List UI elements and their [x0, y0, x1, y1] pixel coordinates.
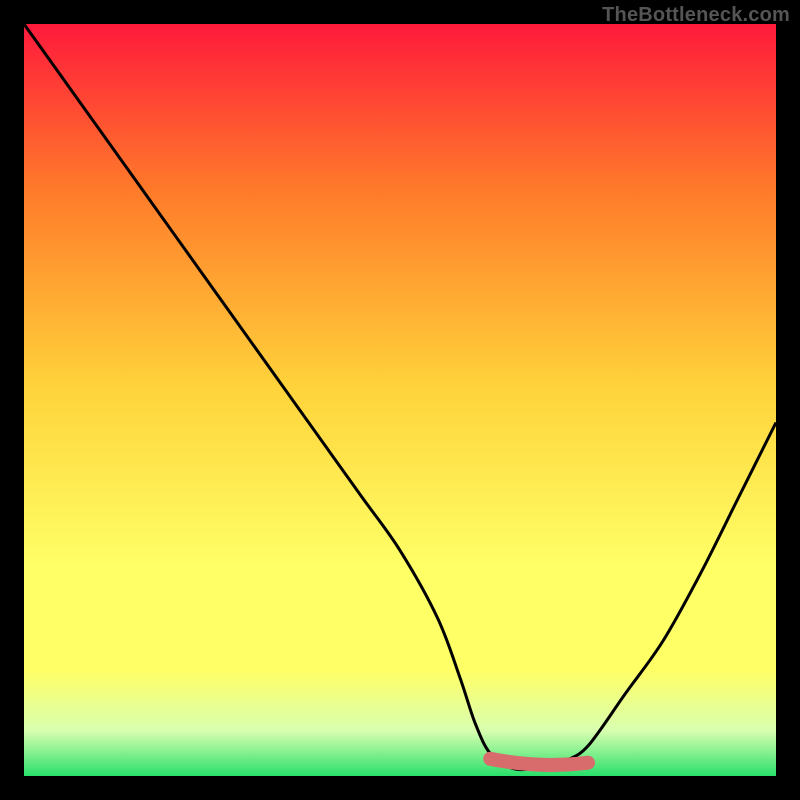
plot-area	[24, 24, 776, 776]
bottleneck-chart	[24, 24, 776, 776]
chart-container: TheBottleneck.com	[0, 0, 800, 800]
optimal-range-marker	[490, 759, 588, 765]
watermark-text: TheBottleneck.com	[602, 4, 790, 27]
gradient-background	[24, 24, 776, 776]
